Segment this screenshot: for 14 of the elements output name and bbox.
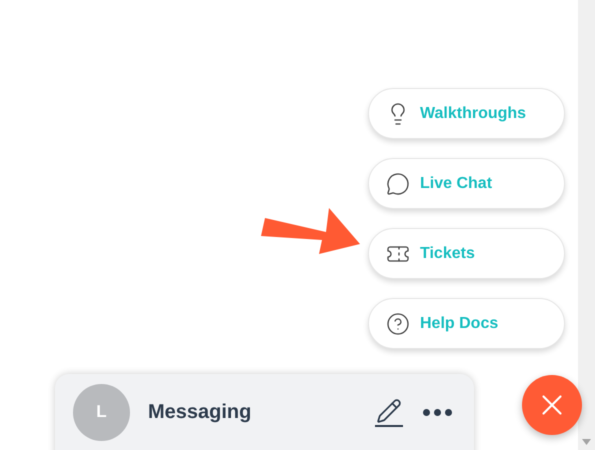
pencil-icon bbox=[376, 398, 402, 424]
help-menu-button[interactable]: Help Docs bbox=[368, 298, 565, 349]
help-menu-button[interactable]: Live Chat bbox=[368, 158, 565, 209]
avatar: L bbox=[73, 384, 130, 440]
messaging-title: Messaging bbox=[148, 400, 252, 425]
more-button[interactable] bbox=[423, 408, 452, 416]
close-button[interactable] bbox=[522, 375, 582, 435]
scroll-down-icon[interactable] bbox=[582, 439, 591, 445]
speech-bubble-icon bbox=[386, 172, 410, 196]
help-icon bbox=[386, 312, 410, 336]
compose-button[interactable] bbox=[375, 398, 403, 426]
scrollbar[interactable] bbox=[578, 0, 595, 450]
help-menu-button[interactable]: Tickets bbox=[368, 228, 565, 279]
help-menu-button[interactable]: Walkthroughs bbox=[368, 88, 565, 139]
